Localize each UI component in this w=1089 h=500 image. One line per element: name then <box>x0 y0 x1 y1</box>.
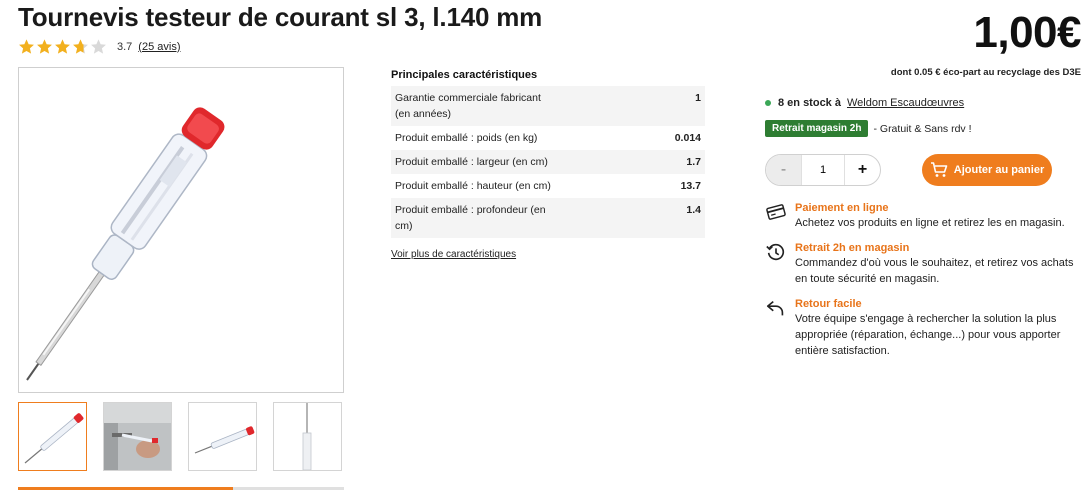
feature-store-pickup: Retrait 2h en magasin Commandez d'où vou… <box>765 242 1085 287</box>
quantity-increase-button[interactable]: + <box>845 155 880 185</box>
rating-stars <box>18 38 107 55</box>
rating-value: 3.7 <box>117 40 133 53</box>
eco-part-note: dont 0.05 € éco-part au recyclage des D3… <box>890 67 1081 78</box>
reviews-link[interactable]: (25 avis) <box>138 41 180 53</box>
key-features-title: Principales caractéristiques <box>391 69 538 81</box>
spec-label: Garantie commerciale fabricant (en année… <box>395 92 541 120</box>
thumbnail-1[interactable] <box>18 402 87 471</box>
star-empty-icon <box>91 39 106 54</box>
thumbnail-strip <box>18 402 342 471</box>
quantity-input[interactable] <box>801 155 845 185</box>
screwdriver-thumb-image <box>24 413 84 464</box>
thumbnail-4[interactable] <box>273 402 342 471</box>
quantity-decrease-button[interactable]: - <box>766 155 801 185</box>
feature-description: Commandez d'où vous le souhaitez, et ret… <box>795 257 1074 285</box>
key-features: Principales caractéristiques Garantie co… <box>391 69 705 238</box>
feature-description: Achetez vos produits en ligne et retirez… <box>795 217 1065 229</box>
product-price: 1,00€ <box>973 8 1081 57</box>
rating: 3.7 (25 avis) <box>18 38 180 55</box>
stock-dot-icon <box>765 100 771 106</box>
screwdriver-thumb-image <box>194 426 255 454</box>
store-link[interactable]: Weldom Escaudœuvres <box>847 97 964 109</box>
see-more-specs-link[interactable]: Voir plus de caractéristiques <box>391 249 516 260</box>
quantity-stepper: - + <box>765 154 881 186</box>
spec-label: Produit emballé : profondeur (en cm) <box>395 204 546 232</box>
star-full-icon <box>55 39 70 54</box>
usage-photo-image <box>104 403 171 470</box>
spec-value: 0.014 <box>674 132 701 144</box>
gallery-scrollbar-thumb[interactable] <box>18 487 234 490</box>
stock-status: 8 en stock à Weldom Escaudœuvres <box>765 97 964 109</box>
feature-title: Retrait 2h en magasin <box>795 242 910 254</box>
spec-row: Produit emballé : poids (en kg) 0.014 <box>391 126 705 150</box>
add-to-cart-button[interactable]: Ajouter au panier <box>922 154 1052 186</box>
spec-row: Produit emballé : largeur (en cm) 1.7 <box>391 150 705 174</box>
spec-label: Produit emballé : largeur (en cm) <box>395 156 548 168</box>
spec-row: Produit emballé : hauteur (en cm) 13.7 <box>391 174 705 198</box>
star-half-icon <box>73 39 88 54</box>
feature-description: Votre équipe s'engage à rechercher la so… <box>795 313 1061 357</box>
product-title: Tournevis testeur de courant sl 3, l.140… <box>18 2 543 32</box>
spec-value: 1.7 <box>686 156 701 168</box>
return-arrow-icon <box>766 300 784 316</box>
feature-title: Retour facile <box>795 298 862 310</box>
add-to-cart-label: Ajouter au panier <box>953 164 1045 176</box>
spec-label: Produit emballé : hauteur (en cm) <box>395 180 551 192</box>
stock-text: 8 en stock à <box>778 97 841 109</box>
main-product-image[interactable] <box>18 67 344 393</box>
spec-value: 1.4 <box>686 204 701 216</box>
spec-value: 1 <box>695 92 701 104</box>
feature-title: Paiement en ligne <box>795 202 889 214</box>
pickup-info: Retrait magasin 2h - Gratuit & Sans rdv … <box>765 120 972 137</box>
screwdriver-image <box>26 107 225 381</box>
feature-easy-return: Retour facile Votre équipe s'engage à re… <box>765 298 1085 359</box>
thumbnail-2[interactable] <box>103 402 172 471</box>
star-full-icon <box>19 39 34 54</box>
pickup-badge: Retrait magasin 2h <box>765 120 869 137</box>
pickup-text: - Gratuit & Sans rdv ! <box>873 122 972 135</box>
spec-table: Garantie commerciale fabricant (en année… <box>391 86 705 238</box>
spec-label: Produit emballé : poids (en kg) <box>395 132 538 144</box>
star-full-icon <box>37 39 52 54</box>
screwdriver-detail-image <box>302 403 312 470</box>
gallery-scrollbar[interactable] <box>18 487 344 490</box>
card-icon <box>766 204 786 220</box>
spec-row: Garantie commerciale fabricant (en année… <box>391 86 705 126</box>
feature-online-payment: Paiement en ligne Achetez vos produits e… <box>765 202 1085 231</box>
spec-value: 13.7 <box>680 180 701 192</box>
cart-icon <box>930 162 948 177</box>
clock-arrow-icon <box>766 243 785 261</box>
spec-row: Produit emballé : profondeur (en cm) 1.4 <box>391 198 705 238</box>
thumbnail-3[interactable] <box>188 402 257 471</box>
